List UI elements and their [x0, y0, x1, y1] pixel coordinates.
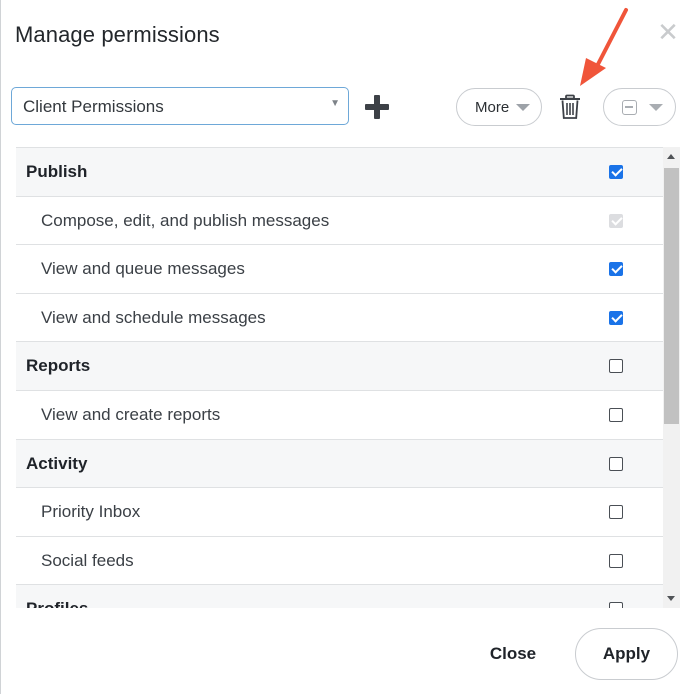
permission-checkbox[interactable]	[609, 407, 623, 422]
permission-label: View and create reports	[41, 404, 221, 424]
permission-checkbox[interactable]	[609, 165, 623, 179]
permission-checkbox[interactable]	[609, 359, 623, 374]
permission-row: View and queue messages	[16, 245, 663, 294]
bulk-checkbox-icon	[622, 100, 637, 115]
permission-group-label: Profiles	[26, 599, 88, 608]
permission-row: Compose, edit, and publish messages	[16, 196, 663, 246]
apply-button[interactable]: Apply	[575, 628, 678, 680]
permission-label: Social feeds	[41, 550, 134, 570]
close-button[interactable]: Close	[471, 632, 555, 676]
permission-row: View and create reports	[16, 390, 663, 440]
permission-label: Priority Inbox	[41, 502, 141, 522]
scrollbar[interactable]	[663, 147, 680, 608]
scrollbar-thumb[interactable]	[664, 168, 679, 424]
permission-row: View and schedule messages	[16, 293, 663, 343]
dropdown-caret-icon: ▼	[330, 98, 340, 109]
permission-group-row: Publish	[16, 148, 663, 197]
plus-icon[interactable]	[362, 92, 392, 122]
manage-permissions-dialog: Manage permissions ✕ Client Permissions …	[0, 0, 692, 694]
permission-label: Compose, edit, and publish messages	[41, 210, 330, 230]
permission-group-label: Activity	[26, 453, 88, 473]
close-icon[interactable]: ✕	[656, 19, 680, 45]
permission-group-label: Publish	[26, 162, 88, 181]
permission-group-row: Activity	[16, 439, 663, 489]
permission-label: View and schedule messages	[41, 307, 266, 327]
chevron-down-icon	[649, 104, 663, 111]
permissions-list: Publish Compose, edit, and publish messag…	[16, 147, 663, 608]
permission-row: Priority Inbox	[16, 488, 663, 537]
scroll-down-icon[interactable]	[667, 596, 675, 601]
permission-checkbox[interactable]	[609, 553, 623, 568]
permission-label: View and queue messages	[41, 259, 245, 279]
bulk-select-button[interactable]	[603, 88, 676, 126]
more-label: More	[475, 99, 510, 116]
trash-icon[interactable]	[558, 94, 582, 120]
permission-checkbox[interactable]	[609, 456, 623, 471]
chevron-down-icon	[516, 104, 530, 111]
permission-checkbox[interactable]	[609, 505, 623, 520]
permission-set-value: Client Permissions	[23, 97, 164, 116]
permission-set-dropdown[interactable]: Client Permissions ▼	[11, 87, 349, 125]
dialog-title: Manage permissions	[15, 22, 220, 47]
permission-checkbox	[609, 213, 623, 228]
scroll-up-icon[interactable]	[667, 154, 675, 159]
permission-group-row: Reports	[16, 342, 663, 391]
permission-checkbox[interactable]	[609, 602, 623, 608]
permission-checkbox[interactable]	[609, 262, 623, 277]
annotation-arrow-icon	[580, 8, 628, 86]
permission-group-label: Reports	[26, 356, 91, 376]
permission-row: Social feeds	[16, 536, 663, 586]
more-button[interactable]: More	[456, 88, 542, 126]
permission-checkbox[interactable]	[609, 310, 623, 325]
permission-group-row: Profiles	[16, 585, 663, 608]
